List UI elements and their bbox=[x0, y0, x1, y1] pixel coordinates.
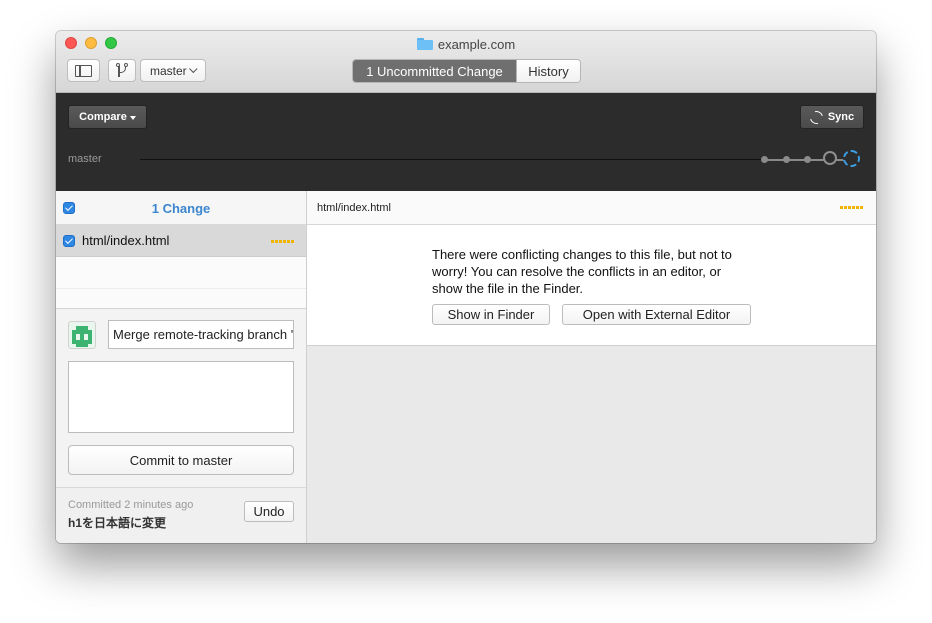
sync-icon bbox=[807, 108, 826, 126]
app-window: example.com master 1 Uncommitted Change … bbox=[56, 31, 876, 543]
sidebar-icon bbox=[75, 64, 92, 77]
compare-button-label: Compare bbox=[79, 111, 127, 123]
last-commit-time: Committed 2 minutes ago bbox=[68, 499, 194, 511]
view-segmented-control: 1 Uncommitted Change History bbox=[352, 59, 581, 83]
changed-file-name: html/index.html bbox=[82, 233, 170, 248]
empty-file-row bbox=[56, 257, 306, 289]
last-commit-message: h1を日本語に変更 bbox=[68, 516, 167, 530]
caret-down-icon bbox=[129, 115, 136, 120]
sync-button-label: Sync bbox=[827, 111, 855, 123]
commit-button[interactable]: Commit to master bbox=[68, 445, 294, 475]
undo-button[interactable]: Undo bbox=[244, 501, 294, 522]
chevron-down-icon bbox=[189, 64, 198, 73]
branch-timeline-bar: Compare Sync master bbox=[56, 93, 876, 191]
changes-sidebar: 1 Change html/index.html Merge remote-tr… bbox=[56, 191, 307, 543]
commit-summary-input[interactable]: Merge remote-tracking branch ' bbox=[108, 320, 294, 349]
sync-button[interactable]: Sync bbox=[800, 105, 864, 129]
changes-header: 1 Change bbox=[56, 191, 306, 225]
toggle-sidebar-button[interactable] bbox=[67, 59, 100, 82]
branch-icon bbox=[116, 62, 128, 78]
avatar bbox=[68, 321, 96, 349]
changes-count: 1 Change bbox=[151, 201, 211, 216]
tab-uncommitted-changes[interactable]: 1 Uncommitted Change bbox=[353, 60, 516, 82]
last-commit-panel: Committed 2 minutes ago h1を日本語に変更 Undo bbox=[56, 487, 306, 543]
title-bar: example.com master 1 Uncommitted Change … bbox=[56, 31, 876, 93]
timeline-track bbox=[140, 159, 762, 160]
diff-file-header: html/index.html bbox=[307, 191, 876, 225]
window-title: example.com bbox=[56, 35, 876, 53]
diff-panel: html/index.html There were conflicting c… bbox=[307, 191, 876, 543]
conflict-indicator-icon bbox=[840, 206, 863, 209]
file-checkbox[interactable] bbox=[63, 235, 75, 247]
commit-node[interactable] bbox=[783, 156, 790, 163]
branch-select[interactable]: master bbox=[140, 59, 206, 82]
empty-file-row bbox=[56, 289, 306, 309]
commit-description-input[interactable] bbox=[68, 361, 294, 433]
conflict-message: There were conflicting changes to this f… bbox=[432, 247, 732, 296]
create-branch-button[interactable] bbox=[108, 59, 136, 82]
commit-node[interactable] bbox=[804, 156, 811, 163]
changed-file-row[interactable]: html/index.html bbox=[56, 225, 306, 257]
conflict-indicator-icon bbox=[271, 240, 294, 243]
compare-button[interactable]: Compare bbox=[68, 105, 147, 129]
merge-commit-node[interactable] bbox=[823, 151, 837, 165]
branch-select-label: master bbox=[150, 63, 187, 78]
tab-history[interactable]: History bbox=[516, 60, 580, 82]
timeline-branch-label: master bbox=[68, 153, 102, 165]
show-in-finder-button[interactable]: Show in Finder bbox=[432, 304, 550, 325]
timeline-segment bbox=[765, 159, 785, 161]
pending-commit-node[interactable] bbox=[843, 150, 860, 167]
folder-icon bbox=[416, 38, 433, 50]
conflict-notice: There were conflicting changes to this f… bbox=[307, 225, 876, 346]
open-external-editor-button[interactable]: Open with External Editor bbox=[562, 304, 751, 325]
window-title-text: example.com bbox=[437, 36, 516, 52]
commit-node[interactable] bbox=[761, 156, 768, 163]
diff-file-path: html/index.html bbox=[317, 202, 391, 214]
